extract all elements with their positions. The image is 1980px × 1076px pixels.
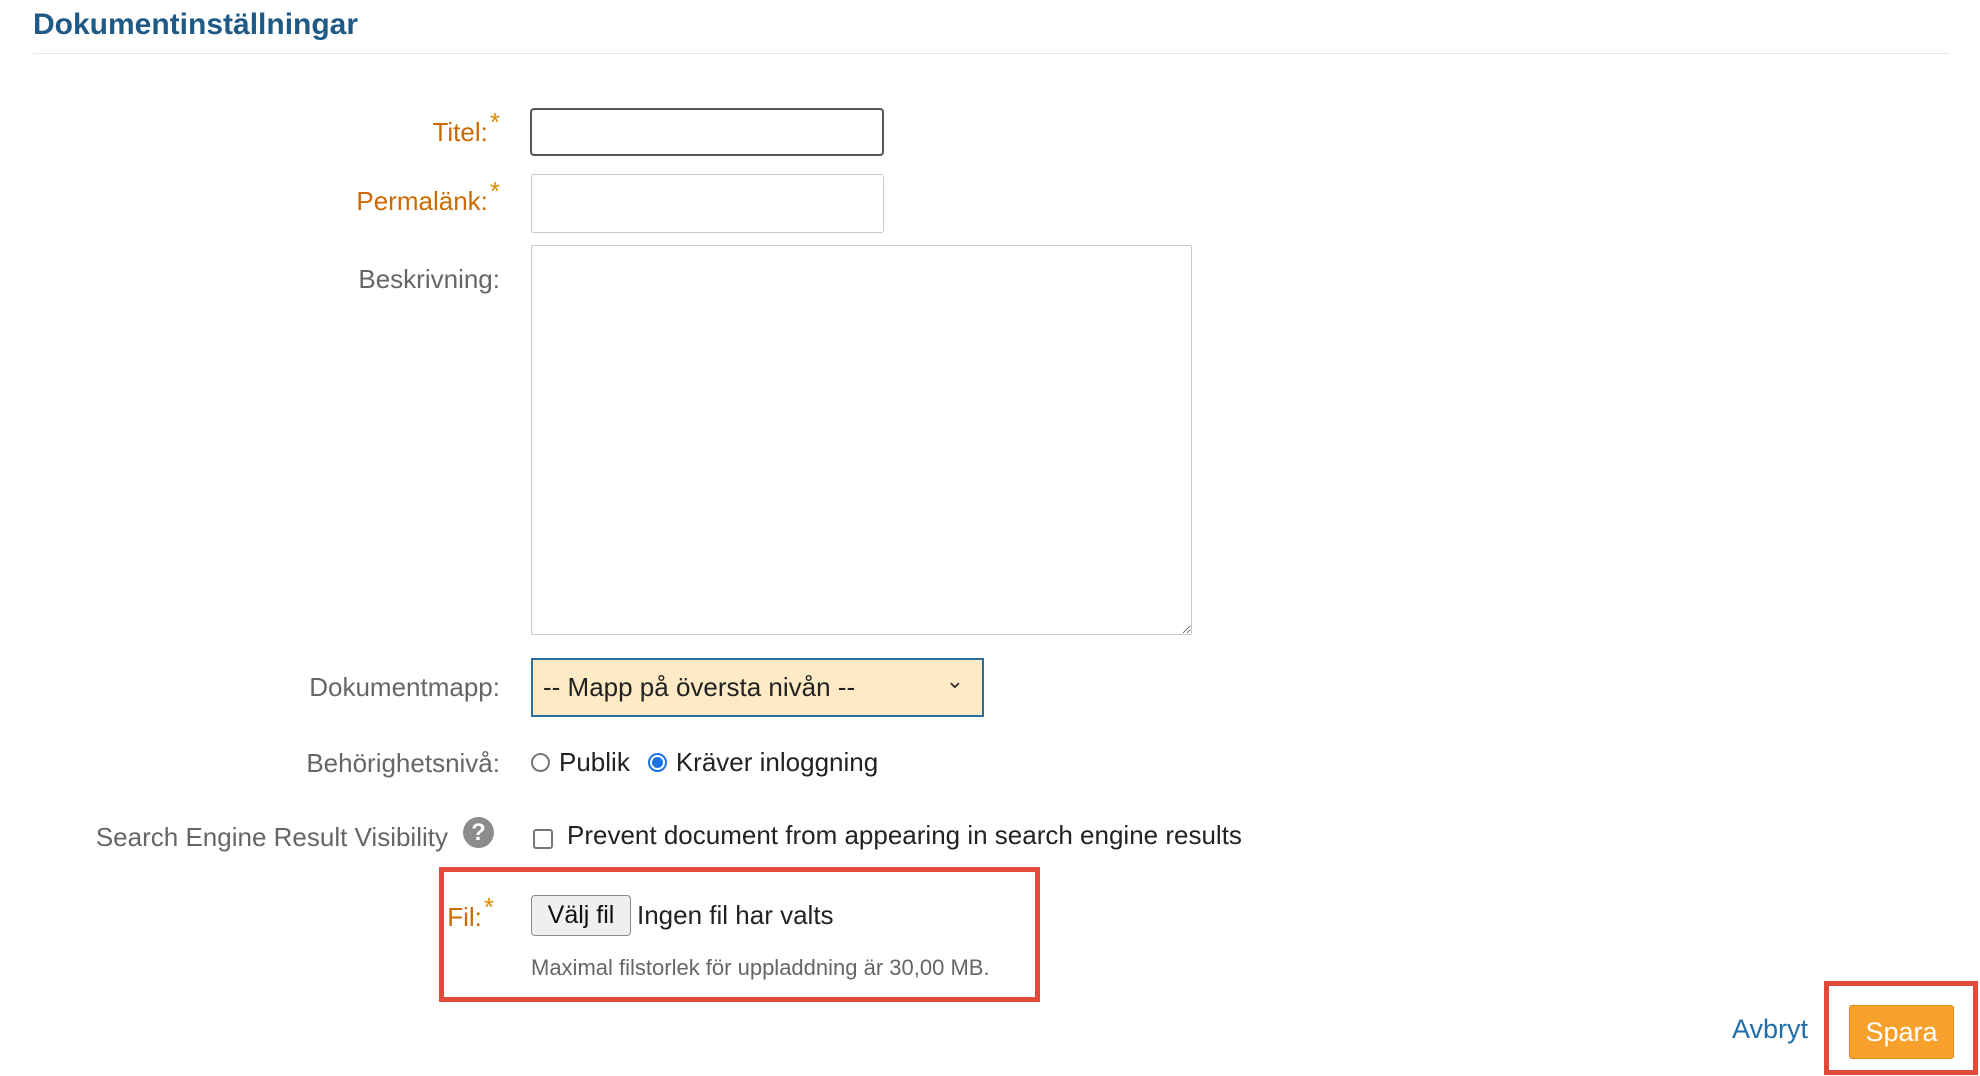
file-label: Fil:* xyxy=(0,892,494,933)
permalink-label: Permalänk:* xyxy=(0,176,500,217)
section-title: Dokumentinställningar xyxy=(33,8,359,41)
access-option-label: Publik xyxy=(559,747,630,777)
permalink-input[interactable] xyxy=(531,174,884,233)
choose-file-button[interactable]: Välj fil xyxy=(531,895,631,936)
access-radio-group: Publik Kräver inloggning xyxy=(531,747,878,778)
file-size-hint: Maximal filstorlek för uppladdning är 30… xyxy=(531,955,990,980)
title-label: Titel:* xyxy=(0,107,500,148)
question-circle-icon[interactable]: ? xyxy=(463,817,494,848)
folder-label: Dokumentmapp: xyxy=(309,672,500,702)
file-highlight-annotation xyxy=(439,867,1040,1002)
required-marker: * xyxy=(489,176,500,206)
chevron-down-icon: ⌄ xyxy=(945,668,964,693)
title-divider xyxy=(33,53,1950,54)
permalink-label-text: Permalänk: xyxy=(356,186,488,216)
access-radio-public[interactable] xyxy=(531,753,550,772)
title-label-text: Titel: xyxy=(432,117,488,147)
seo-label: Search Engine Result Visibility xyxy=(95,822,448,852)
access-label: Behörighetsnivå: xyxy=(306,748,500,778)
save-button[interactable]: Spara xyxy=(1849,1005,1954,1059)
access-radio-login-required[interactable] xyxy=(647,753,667,772)
seo-checkbox-label: Prevent document from appearing in searc… xyxy=(567,820,1242,850)
folder-select-value: -- Mapp på översta nivån -- xyxy=(543,672,856,702)
access-option-label: Kräver inloggning xyxy=(675,747,879,777)
required-marker: * xyxy=(489,107,500,137)
cancel-link[interactable]: Avbryt xyxy=(1732,1014,1808,1045)
description-label: Beskrivning: xyxy=(358,264,500,294)
required-marker: * xyxy=(483,892,494,922)
description-textarea[interactable] xyxy=(531,245,1192,635)
folder-select[interactable]: -- Mapp på översta nivån -- ⌄ xyxy=(531,658,984,717)
seo-prevent-checkbox[interactable] xyxy=(533,829,553,849)
file-label-text: Fil: xyxy=(447,902,482,932)
file-status: Ingen fil har valts xyxy=(637,900,834,930)
title-input[interactable] xyxy=(530,108,884,156)
